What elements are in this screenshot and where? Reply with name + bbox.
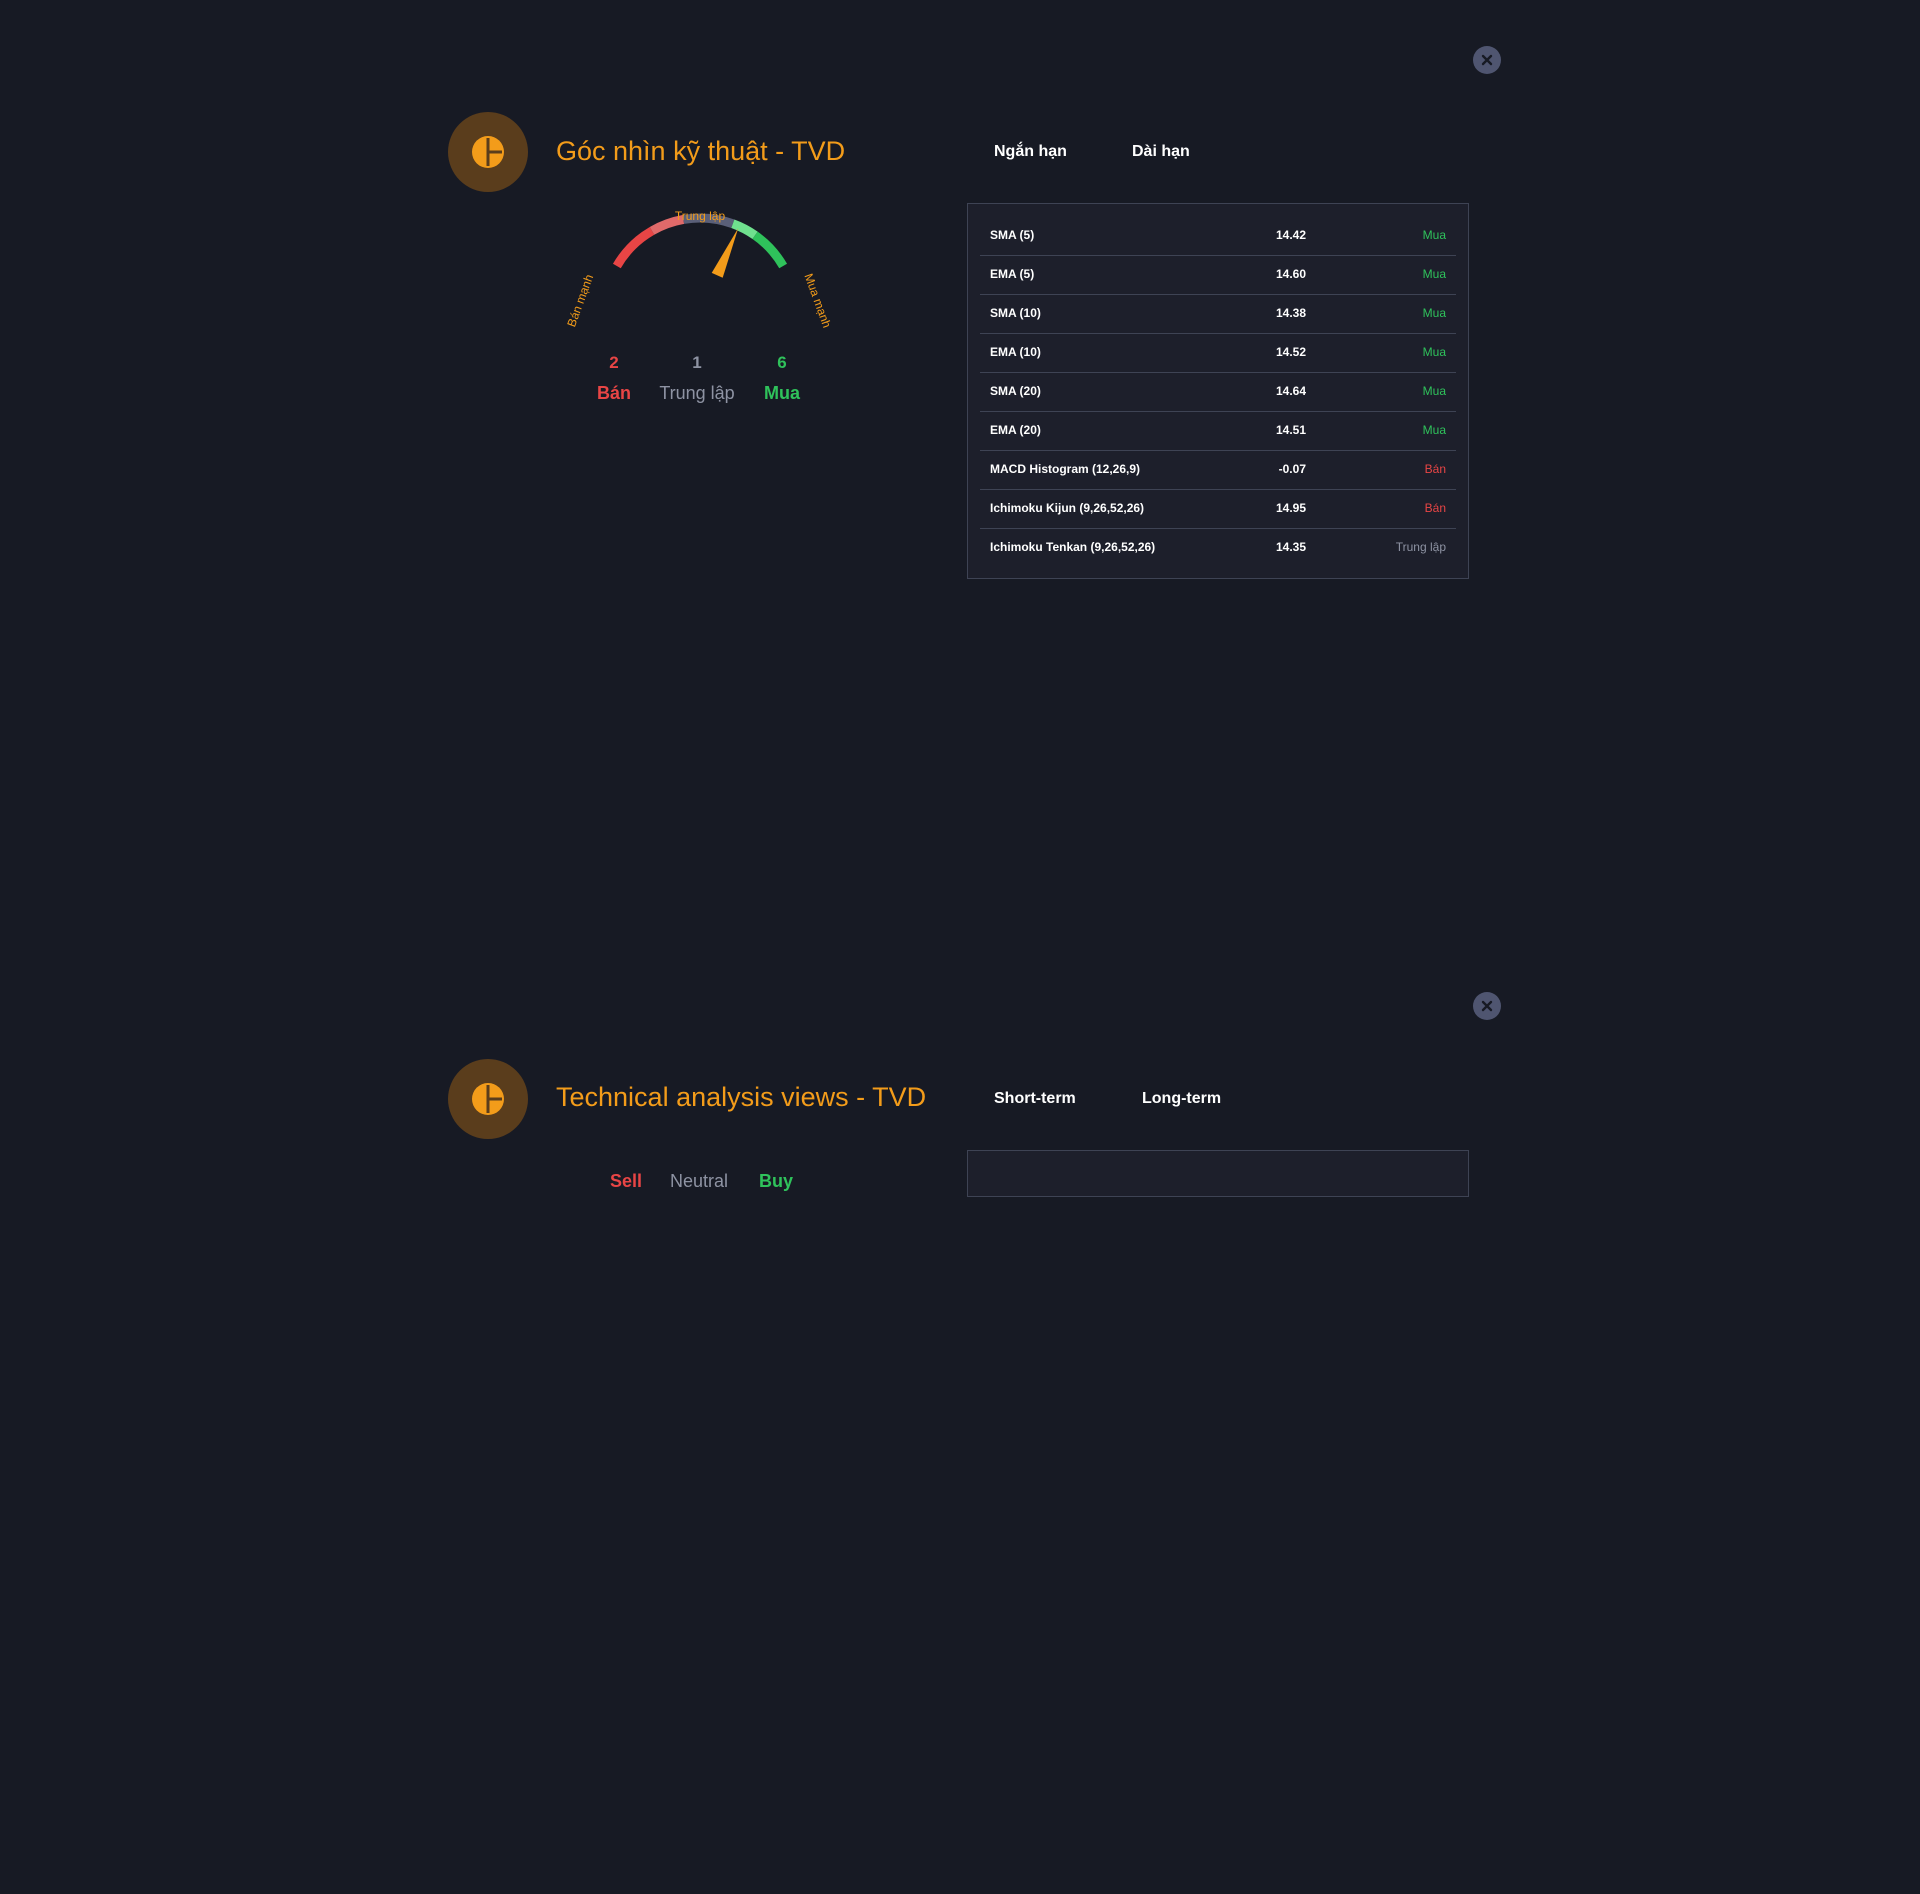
- technical-view-panel-en: Technical analysis views - TVD Short-ter…: [0, 947, 1920, 1894]
- sell-label: Sell: [610, 1171, 643, 1191]
- tab-short-term[interactable]: Short-term: [994, 1090, 1076, 1108]
- indicator-signal: Bán: [1424, 501, 1446, 515]
- indicator-value: 14.35: [1275, 540, 1306, 554]
- table-row: EMA (5) 14.60 Mua: [980, 255, 1456, 295]
- indicator-value: 14.51: [1275, 423, 1306, 437]
- indicator-name: Ichimoku Kijun (9,26,52,26): [990, 501, 1145, 515]
- table-row: MACD Histogram (12,26,9) -0.07 Bán: [980, 450, 1456, 490]
- table-row: EMA (20) 14.51 Mua: [980, 411, 1456, 451]
- pie-chart-icon: [448, 1059, 528, 1139]
- buy-label: Mua: [764, 383, 800, 403]
- table-row: SMA (5) 14.42 Mua: [980, 216, 1456, 256]
- indicator-signal: Mua: [1422, 267, 1446, 281]
- indicator-value: 14.95: [1275, 501, 1306, 515]
- indicator-name: MACD Histogram (12,26,9): [990, 462, 1141, 476]
- indicator-name: Ichimoku Tenkan (9,26,52,26): [990, 540, 1156, 554]
- gauge-needle: [711, 228, 739, 278]
- table-row: SMA (10) 14.38 Mua: [980, 294, 1456, 334]
- indicator-signal: Bán: [1424, 462, 1446, 476]
- indicator-signal: Mua: [1422, 228, 1446, 242]
- indicator-name: EMA (20): [990, 423, 1041, 437]
- indicator-value: 14.60: [1275, 267, 1306, 281]
- technical-view-panel-vi: Góc nhìn kỹ thuật - TVD Ngắn hạn Dài hạn…: [0, 0, 1920, 960]
- sell-count: 2: [609, 353, 619, 372]
- tab-long-term[interactable]: Dài hạn: [1132, 143, 1190, 161]
- pie-chart-icon: [448, 112, 528, 192]
- indicator-signal: Mua: [1422, 345, 1446, 359]
- indicator-value: -0.07: [1278, 462, 1306, 476]
- sentiment-gauge: Trung lập Bán mạnh Mua mạnh: [564, 209, 834, 330]
- indicator-signal: Trung lập: [1395, 540, 1446, 554]
- gauge-arc-segment: [752, 231, 788, 269]
- indicator-value: 14.52: [1275, 345, 1306, 359]
- page-title: Technical analysis views - TVD: [556, 1082, 927, 1112]
- close-button[interactable]: [1473, 46, 1501, 74]
- table-row: Ichimoku Tenkan (9,26,52,26) 14.35 Trung l…: [980, 528, 1456, 567]
- close-icon: [1481, 54, 1493, 66]
- buy-label: Buy: [759, 1171, 794, 1191]
- indicator-name: SMA (20): [990, 384, 1041, 398]
- indicator-name: EMA (10): [990, 345, 1041, 359]
- tab-short-term[interactable]: Ngắn hạn: [994, 143, 1067, 161]
- gauge-arc-segment: [612, 226, 655, 269]
- neutral-label: Neutral: [670, 1171, 729, 1191]
- indicator-value: 14.42: [1275, 228, 1306, 242]
- indicator-value: 14.38: [1275, 306, 1306, 320]
- indicator-value: 14.64: [1275, 384, 1306, 398]
- indicator-name: EMA (5): [990, 267, 1035, 281]
- gauge-label-strong-sell: Bán mạnh: [564, 273, 596, 329]
- neutral-count: 1: [692, 353, 702, 372]
- table-row: EMA (10) 14.52 Mua: [980, 333, 1456, 373]
- page-title: Góc nhìn kỹ thuật - TVD: [556, 136, 846, 166]
- indicators-table-empty: [967, 1150, 1469, 1197]
- indicator-name: SMA (10): [990, 306, 1041, 320]
- buy-count: 6: [777, 353, 787, 372]
- table-row: Ichimoku Kijun (9,26,52,26) 14.95 Bán: [980, 489, 1456, 529]
- indicators-table: SMA (5) 14.42 Mua EMA (5) 14.60 Mua SMA (10) 14…: [967, 203, 1469, 579]
- indicator-signal: Mua: [1422, 384, 1446, 398]
- indicator-signal: Mua: [1422, 423, 1446, 437]
- close-icon: [1481, 1000, 1493, 1012]
- close-button[interactable]: [1473, 992, 1501, 1020]
- indicator-signal: Mua: [1422, 306, 1446, 320]
- tab-long-term[interactable]: Long-term: [1142, 1090, 1221, 1108]
- indicator-name: SMA (5): [990, 228, 1035, 242]
- table-row: SMA (20) 14.64 Mua: [980, 372, 1456, 412]
- gauge-label-strong-buy: Mua mạnh: [801, 272, 834, 330]
- gauge-label-neutral: Trung lập: [675, 209, 726, 223]
